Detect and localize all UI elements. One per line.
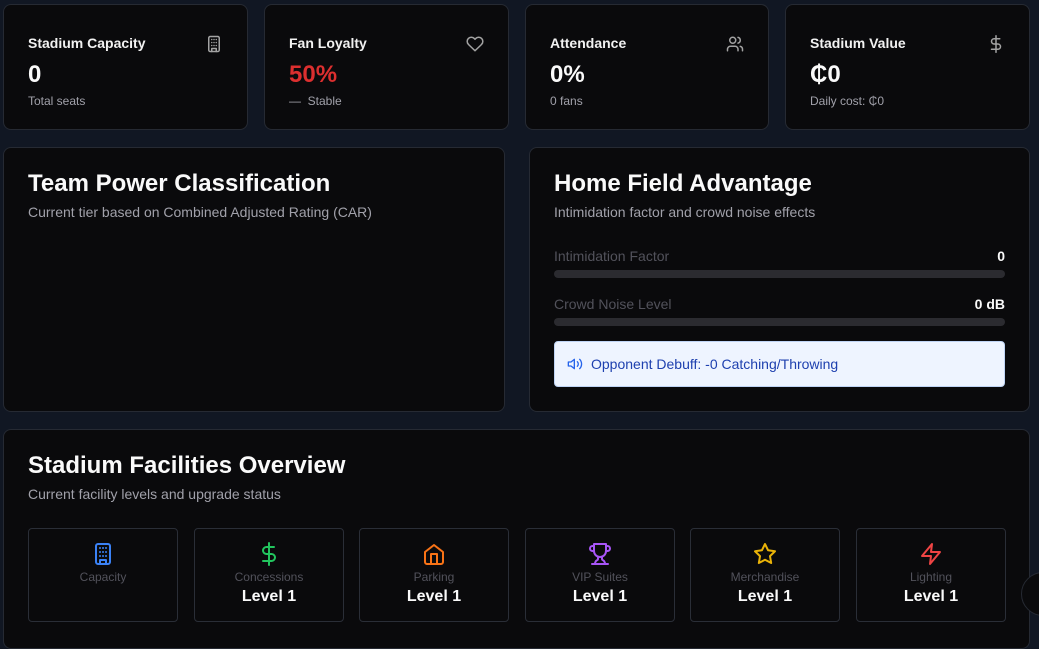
facility-level: Level 1 bbox=[241, 588, 297, 605]
crowd-noise-progress-bar bbox=[554, 318, 1005, 326]
intimidation-progress-bar bbox=[554, 270, 1005, 278]
card-heading: Home Field Advantage bbox=[554, 170, 812, 197]
zap-icon bbox=[921, 543, 941, 565]
facility-level: Level 1 bbox=[572, 588, 628, 605]
card-description: Intimidation factor and crowd noise effe… bbox=[554, 204, 816, 220]
card-subtext: — Stable bbox=[289, 94, 342, 108]
dollar-icon bbox=[990, 35, 1002, 53]
facility-capacity[interactable]: Capacity bbox=[28, 528, 178, 622]
card-title: Fan Loyalty bbox=[289, 35, 367, 51]
card-value: ₵0 bbox=[810, 61, 841, 88]
heart-icon bbox=[466, 36, 484, 52]
home-field-card: Home Field Advantage Intimidation factor… bbox=[529, 147, 1030, 412]
building-icon bbox=[95, 543, 111, 565]
facility-name: Capacity bbox=[79, 570, 127, 584]
card-subtext: Daily cost: ₵0 bbox=[810, 94, 885, 108]
card-title: Attendance bbox=[550, 35, 627, 51]
team-power-card: Team Power Classification Current tier b… bbox=[3, 147, 505, 412]
volume-icon bbox=[567, 358, 583, 370]
attendance-card: Attendance 0% 0 fans bbox=[525, 4, 769, 130]
facility-concessions[interactable]: Concessions Level 1 bbox=[194, 528, 344, 622]
card-title: Stadium Capacity bbox=[28, 35, 146, 51]
card-title: Stadium Value bbox=[810, 35, 906, 51]
dollar-icon bbox=[262, 542, 276, 566]
card-description: Current tier based on Combined Adjusted … bbox=[28, 204, 372, 220]
fan-loyalty-card: Fan Loyalty 50% — Stable bbox=[264, 4, 509, 130]
intimidation-value: 0 bbox=[997, 248, 1005, 264]
star-icon bbox=[754, 543, 776, 565]
card-value: 0 bbox=[28, 61, 42, 88]
facility-name: Concessions bbox=[234, 570, 304, 584]
opponent-debuff-alert: Opponent Debuff: -0 Catching/Throwing bbox=[554, 341, 1005, 387]
crowd-noise-value: 0 dB bbox=[974, 296, 1005, 312]
crowd-noise-label: Crowd Noise Level bbox=[554, 296, 672, 312]
facility-name: Merchandise bbox=[730, 570, 800, 584]
facility-level: Level 1 bbox=[406, 588, 462, 605]
facilities-card: Stadium Facilities Overview Current faci… bbox=[3, 429, 1030, 649]
facility-name: VIP Suites bbox=[572, 570, 628, 584]
facility-parking[interactable]: Parking Level 1 bbox=[359, 528, 509, 622]
facility-level: Level 1 bbox=[903, 588, 959, 605]
facility-vip-suites[interactable]: VIP Suites Level 1 bbox=[525, 528, 675, 622]
card-heading: Team Power Classification bbox=[28, 170, 331, 197]
building-icon bbox=[208, 35, 220, 53]
facility-name: Lighting bbox=[909, 570, 953, 584]
card-subtext: 0 fans bbox=[550, 94, 583, 108]
home-icon bbox=[424, 544, 444, 565]
debuff-text: Opponent Debuff: -0 Catching/Throwing bbox=[591, 356, 839, 372]
card-heading: Stadium Facilities Overview bbox=[28, 452, 346, 479]
intimidation-label: Intimidation Factor bbox=[554, 248, 670, 264]
trend-symbol: — bbox=[289, 94, 301, 108]
facility-lighting[interactable]: Lighting Level 1 bbox=[856, 528, 1006, 622]
card-value: 50% bbox=[289, 61, 338, 88]
trophy-icon bbox=[589, 543, 611, 565]
users-icon bbox=[726, 36, 744, 52]
card-subtext: Total seats bbox=[28, 94, 86, 108]
card-description: Current facility levels and upgrade stat… bbox=[28, 486, 281, 502]
facility-name: Parking bbox=[413, 570, 455, 584]
facility-level: Level 1 bbox=[737, 588, 793, 605]
trend-label: Stable bbox=[307, 94, 342, 108]
stadium-value-card: Stadium Value ₵0 Daily cost: ₵0 bbox=[785, 4, 1030, 130]
stadium-capacity-card: Stadium Capacity 0 Total seats bbox=[3, 4, 248, 130]
card-value: 0% bbox=[550, 61, 585, 88]
facility-merchandise[interactable]: Merchandise Level 1 bbox=[690, 528, 840, 622]
